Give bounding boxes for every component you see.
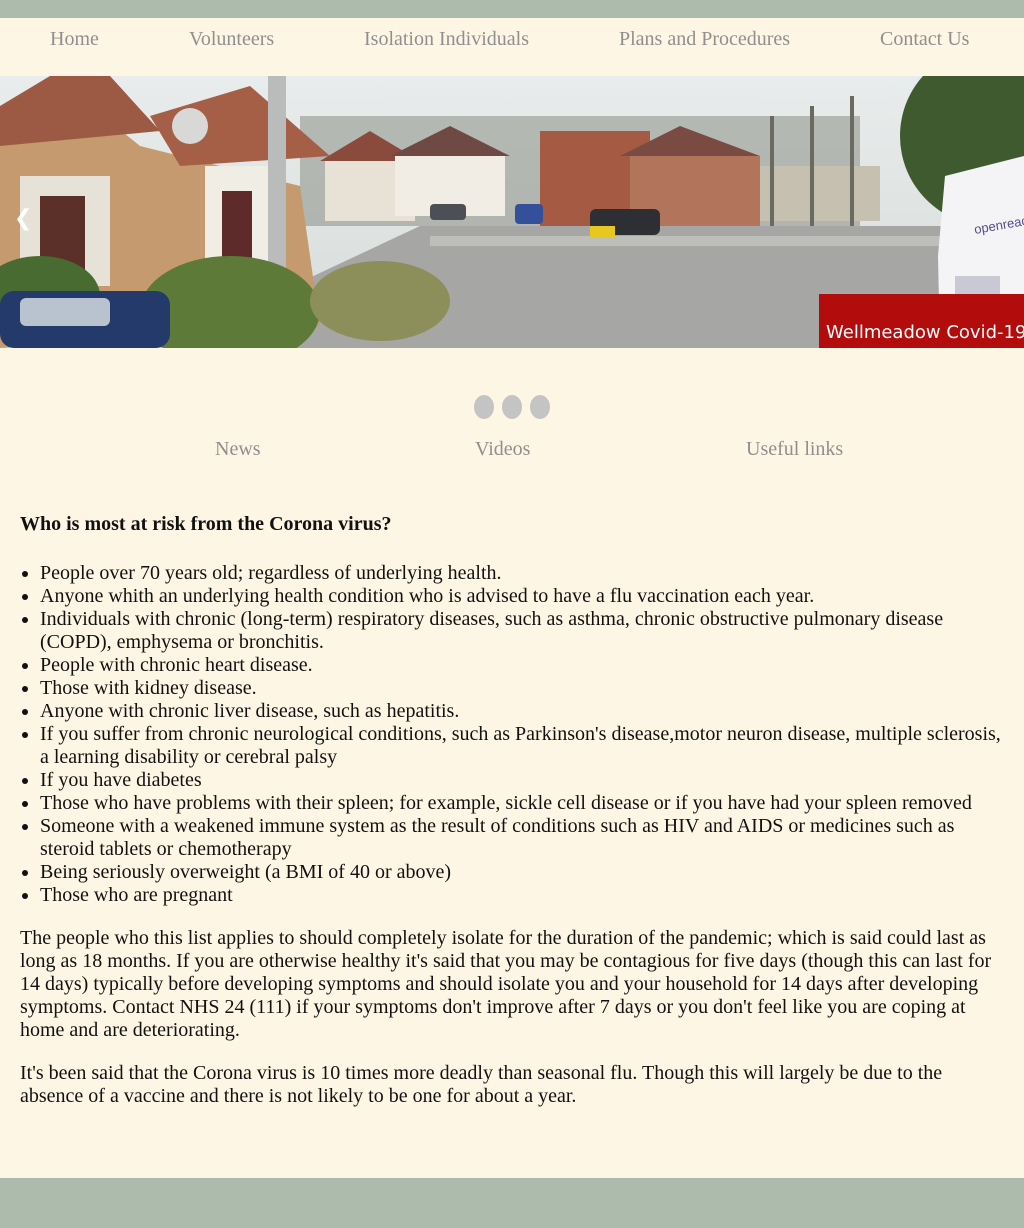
nav-home[interactable]: Home: [50, 28, 99, 51]
slide-dot-1[interactable]: [474, 395, 494, 419]
article-heading: Who is most at risk from the Corona viru…: [20, 513, 392, 535]
footer: [0, 1178, 1024, 1228]
list-item: Those with kidney disease.: [40, 677, 1010, 700]
nav-volunteers[interactable]: Volunteers: [189, 28, 274, 51]
list-item: Those who have problems with their splee…: [40, 792, 1010, 815]
nav-plans-and-procedures[interactable]: Plans and Procedures: [619, 28, 790, 51]
list-item: If you have diabetes: [40, 769, 1010, 792]
subnav-news[interactable]: News: [215, 438, 261, 461]
list-item: If you suffer from chronic neurological …: [40, 723, 1010, 769]
nav-contact-us[interactable]: Contact Us: [880, 28, 969, 51]
top-strip: [0, 0, 1024, 18]
slide-caption: Wellmeadow Covid-19: [819, 294, 1024, 348]
paragraph-deadliness: It's been said that the Corona virus is …: [20, 1062, 943, 1107]
nav-isolation-individuals[interactable]: Isolation Individuals: [364, 28, 529, 51]
list-item: Individuals with chronic (long-term) res…: [40, 608, 1010, 654]
main-nav: Home Volunteers Isolation Individuals Pl…: [0, 18, 1024, 76]
hero-slideshow: openreach ❮ Wellmeadow Covid-19: [0, 76, 1024, 348]
subnav-videos[interactable]: Videos: [475, 438, 530, 461]
slide-dot-2[interactable]: [502, 395, 522, 419]
list-item: Those who are pregnant: [40, 884, 1010, 907]
slide-dot-3[interactable]: [530, 395, 550, 419]
list-item: Anyone whith an underlying health condit…: [40, 585, 1010, 608]
list-item: People with chronic heart disease.: [40, 654, 1010, 677]
risk-list: People over 70 years old; regardless of …: [20, 562, 1010, 907]
list-item: People over 70 years old; regardless of …: [40, 562, 1010, 585]
list-item: Being seriously overweight (a BMI of 40 …: [40, 861, 1010, 884]
prev-slide-icon[interactable]: ❮: [14, 206, 32, 231]
subnav-useful-links[interactable]: Useful links: [746, 438, 843, 461]
list-item: Anyone with chronic liver disease, such …: [40, 700, 1010, 723]
paragraph-isolation: The people who this list applies to shou…: [20, 927, 992, 1041]
list-item: Someone with a weakened immune system as…: [40, 815, 1010, 861]
article: Who is most at risk from the Corona viru…: [20, 512, 1010, 1128]
